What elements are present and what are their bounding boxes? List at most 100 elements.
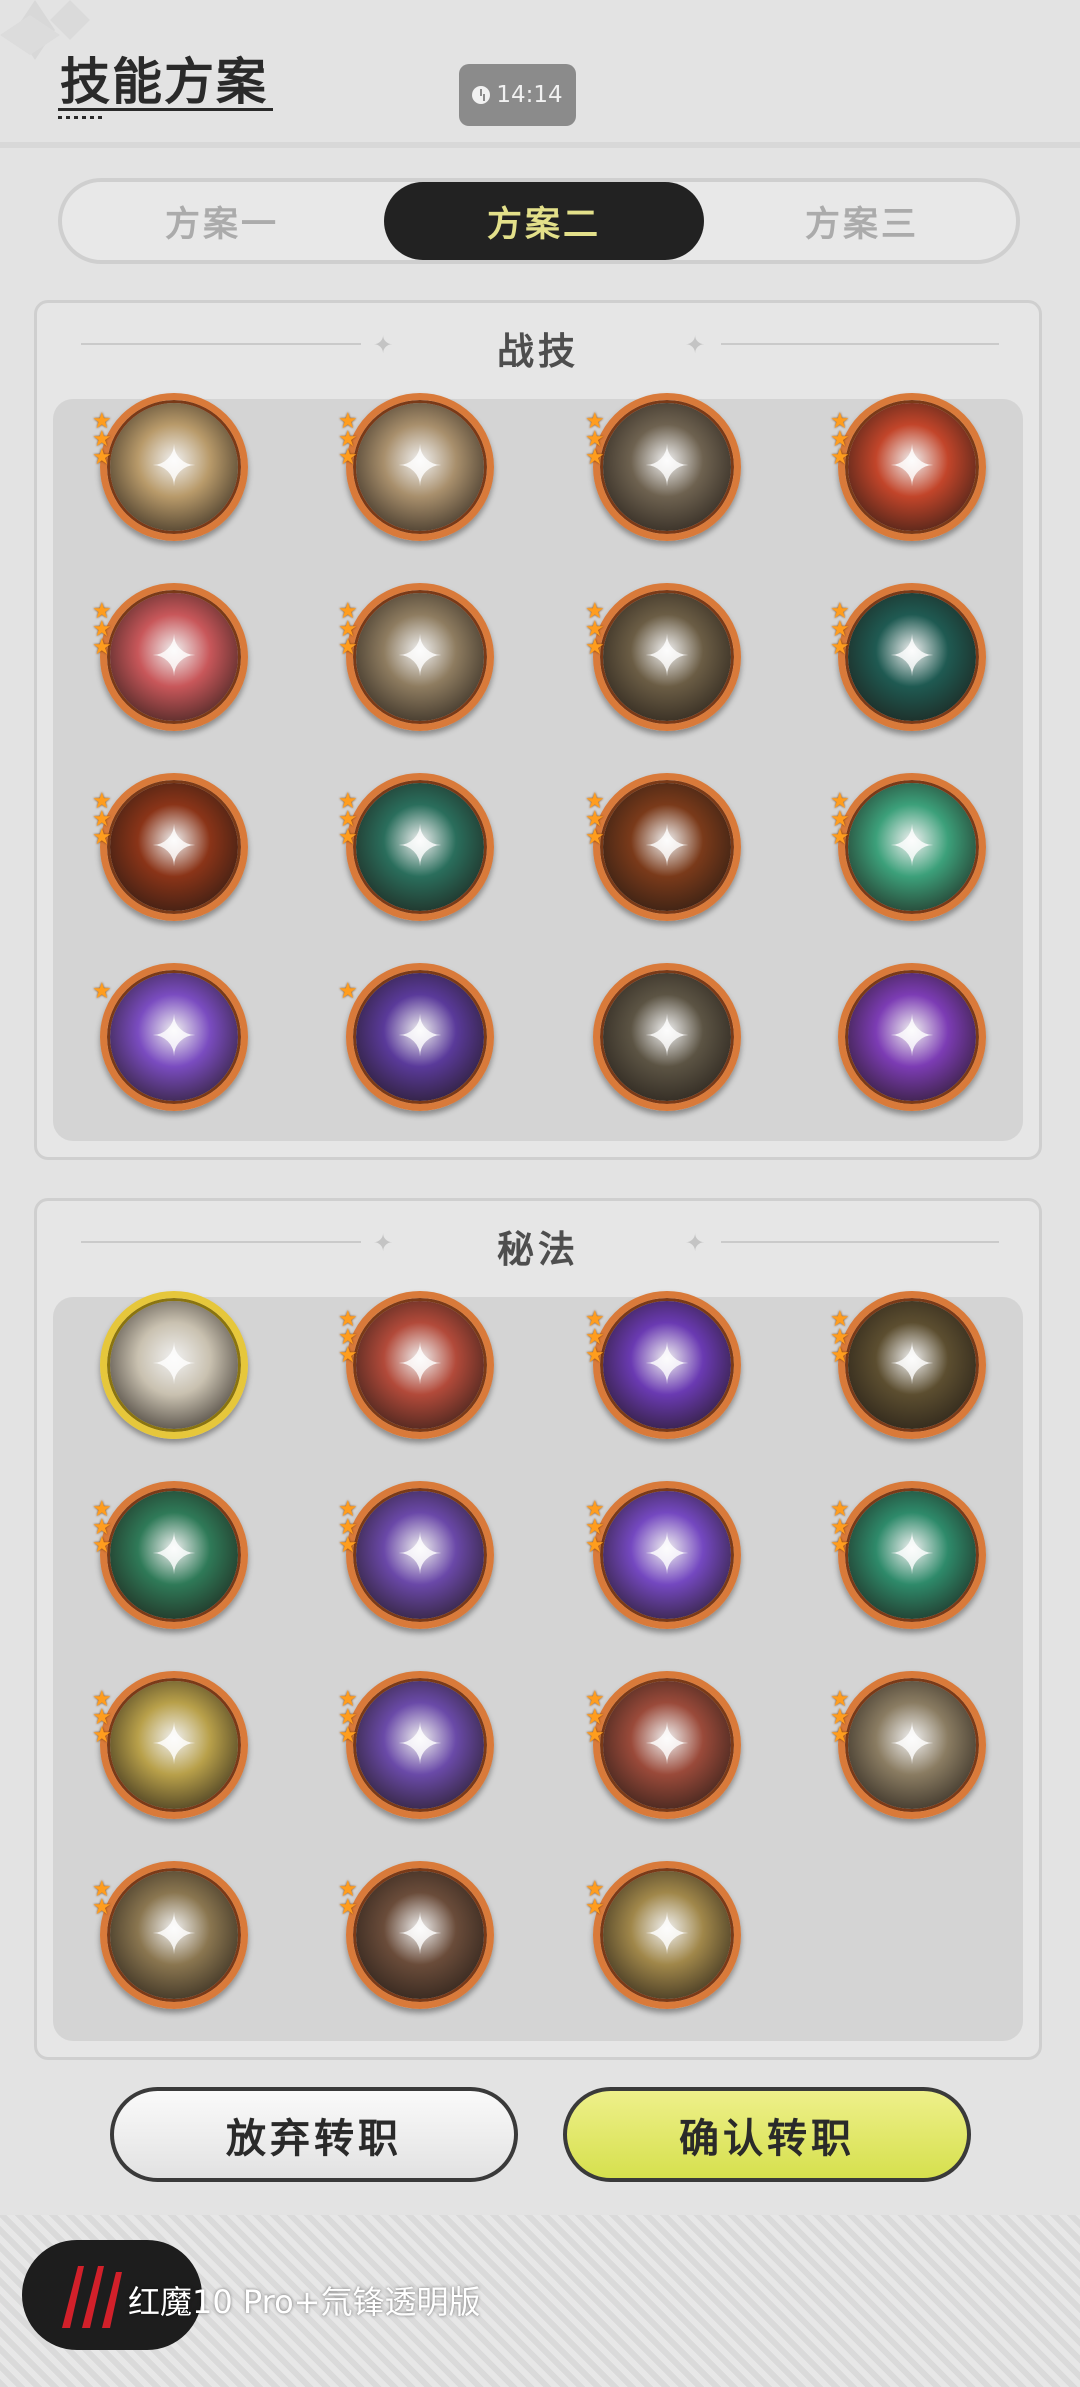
star-icon: ★ <box>338 635 358 660</box>
skill-ring <box>593 1861 741 2009</box>
star-icon: ★ <box>92 825 112 850</box>
star-icon: ★ <box>585 825 605 850</box>
skill-ring <box>593 583 741 731</box>
combat-skill-grid: ✦ ★ ★ ★ ✦ ★ ★ ★ ✦ ★ ★ ★ ✦ ★ ★ ★ ✦ ★ ★ ★ ✦ ★ ★ ★ ✦ ★ ★ ★ ✦ ★ ★ ★ ✦ ★ ★ ★ ✦ ★ ★ ★… <box>53 393 1023 1141</box>
skill-ring <box>100 773 248 921</box>
secret-skill-grid: ✦ ✦ ★ ★ ★ ✦ ★ ★ ★ ✦ ★ ★ ★ ✦ ★ ★ ★ ✦ ★ ★ ★ ✦ ★ ★ ★ ✦ ★ ★ ★ ✦ ★ ★ ★ ✦ ★ ★ ★ ✦ ★ ★… <box>53 1291 1023 2041</box>
star-icon: ★ <box>92 1723 112 1748</box>
star-rating: ★ ★ <box>92 1879 118 1919</box>
combat-skill-15[interactable]: ✦ <box>593 963 741 1111</box>
secret-skill-1[interactable]: ✦ <box>100 1291 248 1439</box>
star-rating: ★ ★ ★ <box>585 411 611 470</box>
secret-panel-title: 秘法 <box>497 1228 579 1271</box>
secret-skill-7[interactable]: ✦ ★ ★ ★ <box>585 1481 741 1629</box>
star-icon: ★ <box>338 979 358 1004</box>
secret-skill-9[interactable]: ✦ ★ ★ ★ <box>92 1671 248 1819</box>
combat-skill-7[interactable]: ✦ ★ ★ ★ <box>585 583 741 731</box>
star-icon: ★ <box>830 445 850 470</box>
skill-ring <box>593 393 741 541</box>
tab-plan-1[interactable]: 方案一 <box>62 182 382 260</box>
combat-skill-6[interactable]: ✦ ★ ★ ★ <box>338 583 494 731</box>
tab-plan-3[interactable]: 方案三 <box>702 182 1022 260</box>
secret-skill-11[interactable]: ✦ ★ ★ ★ <box>585 1671 741 1819</box>
star-icon: ★ <box>585 445 605 470</box>
secret-skill-10[interactable]: ✦ ★ ★ ★ <box>338 1671 494 1819</box>
combat-skill-16[interactable]: ✦ <box>838 963 986 1111</box>
secret-skill-4[interactable]: ✦ ★ ★ ★ <box>830 1291 986 1439</box>
title-underline <box>58 108 273 111</box>
star-icon: ★ <box>338 1533 358 1558</box>
star-rating: ★ <box>338 979 364 1004</box>
secret-skill-3[interactable]: ✦ ★ ★ ★ <box>585 1291 741 1439</box>
skill-ring <box>593 1671 741 1819</box>
star-rating: ★ ★ ★ <box>830 1309 856 1368</box>
combat-skill-9[interactable]: ✦ ★ ★ ★ <box>92 773 248 921</box>
skill-ring <box>838 1671 986 1819</box>
combat-skill-13[interactable]: ✦ ★ <box>92 963 248 1111</box>
combat-skill-11[interactable]: ✦ ★ ★ ★ <box>585 773 741 921</box>
star-rating: ★ <box>92 981 118 1003</box>
star-rating: ★ ★ ★ <box>92 1499 118 1557</box>
header-line-right <box>721 343 999 345</box>
star-rating: ★ ★ ★ <box>830 601 856 659</box>
sparkle-icon: ✦ <box>685 1229 706 1257</box>
star-rating: ★ ★ ★ <box>338 1309 364 1367</box>
star-rating: ★ ★ ★ <box>92 1689 118 1748</box>
skill-ring <box>346 393 494 541</box>
combat-skill-1[interactable]: ✦ ★ ★ ★ <box>92 393 248 541</box>
skill-ring <box>838 1481 986 1629</box>
secret-skill-5[interactable]: ✦ ★ ★ ★ <box>92 1481 248 1629</box>
combat-panel-header: ✦ 战技 ✦ <box>37 303 1039 387</box>
star-rating: ★ ★ ★ <box>585 1499 611 1558</box>
skill-ring <box>100 1291 248 1439</box>
secret-skill-14[interactable]: ✦ ★ ★ <box>338 1861 494 2009</box>
combat-skill-14[interactable]: ✦ ★ <box>338 963 494 1111</box>
combat-skills-panel: ✦ 战技 ✦ ✦ ★ ★ ★ ✦ ★ ★ ★ ✦ ★ ★ ★ ✦ ★ ★ ★ ✦ ★ ★ ★ ✦ ★ ★ ★ ✦ ★ ★ ★ ✦ ★ ★ ★ ✦… <box>34 300 1042 1160</box>
combat-skill-5[interactable]: ✦ ★ ★ ★ <box>92 583 248 731</box>
skill-ring <box>100 963 248 1111</box>
skill-ring <box>100 393 248 541</box>
secret-arts-panel: ✦ 秘法 ✦ ✦ ✦ ★ ★ ★ ✦ ★ ★ ★ ✦ ★ ★ ★ ✦ ★ ★ ★ ✦ ★ ★ ★ ✦ ★ ★ ★ ✦ ★ ★ ★ ✦ ★ ★ ★… <box>34 1198 1042 2060</box>
secret-skill-2[interactable]: ✦ ★ ★ ★ <box>338 1291 494 1439</box>
star-icon: ★ <box>585 1533 605 1558</box>
combat-skill-3[interactable]: ✦ ★ ★ ★ <box>585 393 741 541</box>
combat-skill-2[interactable]: ✦ ★ ★ ★ <box>338 393 494 541</box>
device-watermark-text: 红魔10 Pro+氘锋透明版 <box>128 2283 481 2321</box>
star-rating: ★ ★ ★ <box>92 411 118 469</box>
star-rating: ★ ★ ★ <box>830 791 856 849</box>
skill-ring <box>593 963 741 1111</box>
tab-plan-2[interactable]: 方案二 <box>384 182 704 260</box>
confirm-class-change-button[interactable]: 确认转职 <box>563 2087 971 2182</box>
combat-skill-8[interactable]: ✦ ★ ★ ★ <box>830 583 986 731</box>
skill-ring <box>593 1481 741 1629</box>
cancel-class-change-button[interactable]: 放弃转职 <box>110 2087 518 2182</box>
skill-ring <box>838 773 986 921</box>
skill-ring <box>593 773 741 921</box>
secret-skill-15[interactable]: ✦ ★ ★ <box>585 1861 741 2009</box>
clock-badge: 14:14 <box>459 64 576 126</box>
star-rating: ★ ★ ★ <box>585 791 611 850</box>
star-rating: ★ ★ ★ <box>338 411 364 469</box>
star-icon: ★ <box>585 1723 605 1748</box>
skill-ring <box>346 773 494 921</box>
clock-icon <box>472 86 491 104</box>
title-dots <box>58 116 106 119</box>
combat-skill-12[interactable]: ✦ ★ ★ ★ <box>830 773 986 921</box>
skill-ring <box>100 1671 248 1819</box>
skill-ring <box>838 583 986 731</box>
star-icon: ★ <box>830 1533 850 1558</box>
combat-skill-4[interactable]: ✦ ★ ★ ★ <box>830 393 986 541</box>
secret-skill-6[interactable]: ✦ ★ ★ ★ <box>338 1481 494 1629</box>
secret-skill-12[interactable]: ✦ ★ ★ ★ <box>830 1671 986 1819</box>
skill-ring <box>346 1671 494 1819</box>
star-icon: ★ <box>830 1343 850 1368</box>
header-divider <box>0 142 1080 148</box>
secret-skill-8[interactable]: ✦ ★ ★ ★ <box>830 1481 986 1629</box>
skill-ring <box>346 583 494 731</box>
secret-skill-13[interactable]: ✦ ★ ★ <box>92 1861 248 2009</box>
combat-skill-10[interactable]: ✦ ★ ★ ★ <box>338 773 494 921</box>
skill-ring <box>593 1291 741 1439</box>
star-rating: ★ ★ ★ <box>92 791 118 850</box>
star-icon: ★ <box>338 1895 358 1920</box>
star-icon: ★ <box>830 1723 850 1748</box>
